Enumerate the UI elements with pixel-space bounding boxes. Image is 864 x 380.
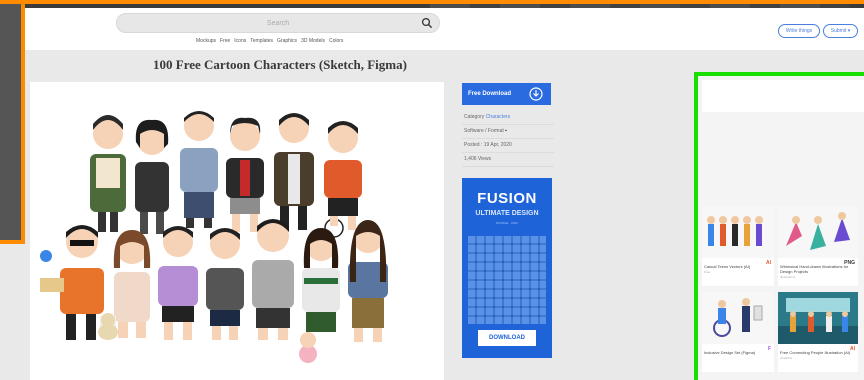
png-badge: PNG [844, 260, 855, 266]
related-title: Inclusive Design Set (Figma) [704, 350, 756, 355]
ai-badge: AI [766, 260, 771, 266]
meta-software: Software / Format ▪ [462, 124, 554, 139]
meta-views-value: 1,406 Views [464, 156, 492, 162]
nav-item-icons[interactable]: Icons [234, 38, 246, 44]
character-front-4 [206, 228, 244, 340]
related-title: Casual Teens Vectors (AI) [704, 264, 751, 269]
orange-highlight-right [21, 0, 25, 244]
category-nav: Mockups Free Icons Templates Graphics 3D… [196, 38, 343, 44]
character-back-5 [274, 113, 314, 230]
nav-item-graphics[interactable]: Graphics [277, 38, 297, 44]
related-card[interactable]: PNG Whimsical Hand-drawn Illustrations f… [778, 206, 858, 286]
orange-highlight-shade [0, 4, 21, 240]
search-icon[interactable] [421, 17, 433, 29]
related-panel-header [702, 80, 864, 112]
related-card[interactable]: F Inclusive Design Set (Figma) [702, 292, 774, 372]
related-card[interactable]: AI Casual Teens Vectors (AI) Free [702, 206, 774, 286]
nav-item-free[interactable]: Free [220, 38, 230, 44]
write-button[interactable]: Write things [778, 24, 820, 38]
character-back-1 [90, 115, 126, 232]
meta-category-value[interactable]: Characters [486, 114, 510, 120]
ai-badge: AI [850, 346, 855, 352]
figma-icon: ▪ [505, 128, 507, 134]
search-bar[interactable]: Search [116, 13, 440, 33]
ad-subtitle: ULTIMATE DESIGN [475, 210, 539, 217]
related-thumb [778, 292, 858, 344]
meta-views: 1,406 Views [462, 152, 554, 167]
related-card[interactable]: AI Free Commuting People Illustration (A… [778, 292, 858, 372]
nav-item-mockups[interactable]: Mockups [196, 38, 216, 44]
ad-download-button[interactable]: DOWNLOAD [478, 330, 536, 346]
site-header: Search Mockups Free Icons Templates Grap… [0, 8, 864, 50]
meta-posted-label: Posted : [464, 142, 483, 148]
related-sub: Graphics [780, 356, 793, 360]
related-thumb [778, 206, 858, 258]
meta-software-label: Software / Format [464, 128, 504, 134]
character-back-2 [135, 119, 169, 234]
submit-button[interactable]: Submit ▾ [823, 24, 858, 38]
orange-highlight-top [0, 0, 864, 4]
cartoon-characters-illustration [40, 111, 388, 363]
free-download-button[interactable]: Free Download [462, 83, 551, 105]
character-back-6 [324, 121, 362, 238]
ad-banner[interactable]: FUSION ULTIMATE DESIGN BUNDLE · 2020 DOW… [462, 178, 552, 358]
nav-item-templates[interactable]: Templates [250, 38, 273, 44]
meta-posted-value: 19 Apr, 2020 [483, 142, 512, 148]
ad-tagline: BUNDLE · 2020 [496, 221, 518, 225]
nav-item-3d-models[interactable]: 3D Models [301, 38, 325, 44]
character-front-1 [40, 225, 104, 340]
meta-posted: Posted : 19 Apr, 2020 [462, 138, 554, 153]
related-sub: Illustrations [780, 275, 796, 279]
character-front-3 [158, 226, 198, 340]
orange-highlight-bottom [0, 240, 25, 244]
related-thumb [702, 292, 774, 344]
nav-item-colors[interactable]: Colors [329, 38, 343, 44]
character-front-6 [299, 228, 340, 363]
free-download-label: Free Download [468, 91, 512, 97]
search-input[interactable]: Search [267, 20, 289, 27]
figma-badge: F [767, 346, 771, 352]
character-back-3 [180, 111, 218, 228]
character-front-5 [252, 219, 294, 340]
download-icon [529, 87, 543, 101]
preview-image[interactable] [30, 82, 444, 380]
related-sub: Free [704, 270, 711, 274]
meta-category: Category Characters [462, 110, 554, 125]
character-front-7 [348, 220, 388, 342]
meta-category-label: Category [464, 114, 485, 120]
ad-graphic [468, 236, 546, 324]
related-thumb [702, 206, 774, 258]
character-back-4 [226, 117, 264, 232]
page-title: 100 Free Cartoon Characters (Sketch, Fig… [153, 57, 407, 72]
related-items-panel: AI Casual Teens Vectors (AI) Free PNG Wh… [694, 72, 864, 380]
ad-title: FUSION [477, 190, 537, 207]
blue-dot [40, 250, 52, 262]
related-title: Free Commuting People Illustration (AI) [780, 350, 851, 355]
